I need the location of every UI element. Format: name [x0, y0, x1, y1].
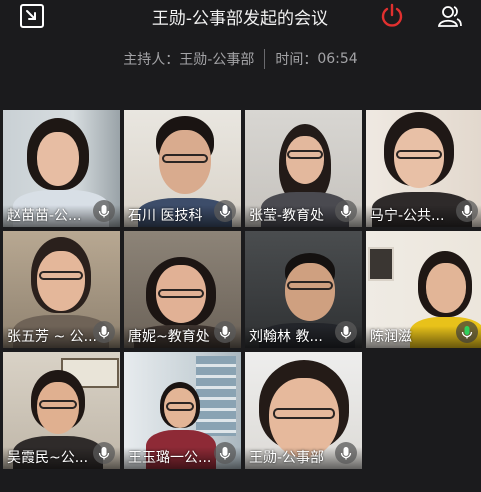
person-face [37, 251, 85, 311]
microphone-icon [456, 321, 478, 343]
video-tile[interactable]: 陈润滋 [366, 231, 481, 348]
person-glasses [162, 154, 208, 163]
person-face [286, 136, 324, 184]
microphone-icon [214, 321, 236, 343]
wall-picture [368, 247, 394, 281]
video-grid: 赵苗苗-公... 石川 医技科 张莹-教育处 马宁-公共... 张五芳 ~ 公.… [0, 0, 481, 492]
video-tile[interactable]: 石川 医技科 [124, 110, 241, 227]
microphone-icon [214, 200, 236, 222]
video-tile[interactable]: 赵苗苗-公... [3, 110, 120, 227]
video-tile[interactable]: 吴霞民~公... [3, 352, 120, 469]
person-glasses [166, 402, 194, 411]
microphone-icon [456, 200, 478, 222]
microphone-icon [335, 200, 357, 222]
video-tile[interactable]: 唐妮~教育处 [124, 231, 241, 348]
person-glasses [396, 150, 442, 159]
person-glasses [158, 289, 204, 298]
person-glasses [39, 400, 77, 409]
person-glasses [39, 271, 83, 280]
person-glasses [273, 408, 335, 419]
video-tile[interactable]: 王勋-公事部 [245, 352, 362, 469]
microphone-icon [93, 442, 115, 464]
video-tile[interactable]: 张五芳 ~ 公... [3, 231, 120, 348]
person-glasses [287, 281, 333, 290]
video-tile[interactable]: 刘翰林 教... [245, 231, 362, 348]
video-tile[interactable]: 马宁-公共... [366, 110, 481, 227]
video-tile[interactable]: 张莹-教育处 [245, 110, 362, 227]
microphone-icon [335, 321, 357, 343]
person-face [285, 263, 335, 321]
microphone-icon [214, 442, 236, 464]
microphone-icon [335, 442, 357, 464]
person-face [37, 132, 79, 186]
person-face [426, 263, 466, 313]
background-shelf [196, 356, 236, 436]
video-tile[interactable]: 王玉璐一公... [124, 352, 241, 469]
microphone-icon [93, 200, 115, 222]
person-glasses [287, 150, 323, 159]
microphone-icon [93, 321, 115, 343]
